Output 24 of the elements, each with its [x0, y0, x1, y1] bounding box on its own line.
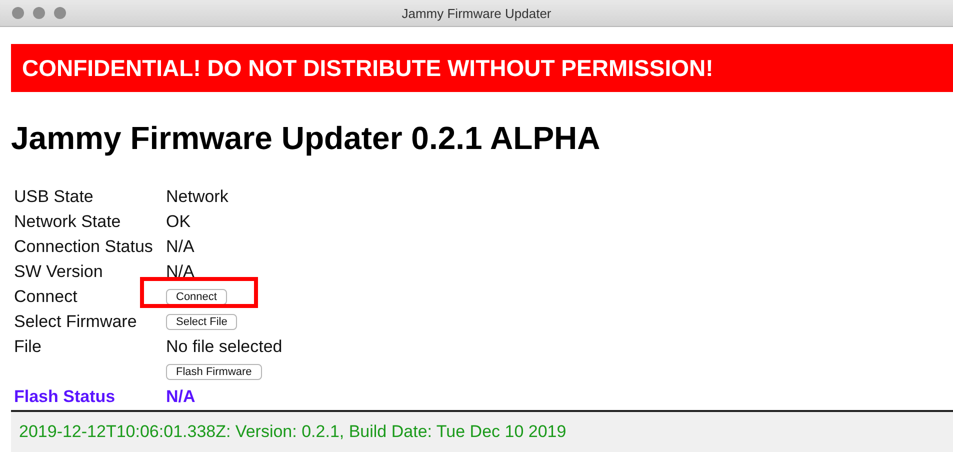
field-label: Connect	[14, 286, 78, 306]
warning-banner: CONFIDENTIAL! DO NOT DISTRIBUTE WITHOUT PERMISSION!	[11, 44, 953, 92]
field-label: USB State	[14, 186, 94, 206]
close-icon[interactable]	[12, 7, 24, 19]
field-label: Connection Status	[14, 236, 154, 256]
minimize-icon[interactable]	[33, 7, 45, 19]
window-title: Jammy Firmware Updater	[402, 6, 552, 20]
action-button[interactable]: Select File	[166, 314, 238, 330]
page-heading: Jammy Firmware Updater 0.2.1 ALPHA	[11, 119, 602, 158]
field-value: N/A	[166, 386, 196, 406]
field-label: Network State	[14, 212, 122, 232]
field-value: N/A	[166, 262, 194, 282]
field-label: Select Firmware	[14, 312, 138, 332]
field-value: No file selected	[166, 336, 282, 356]
field-label: File	[14, 336, 42, 356]
action-button[interactable]: Flash Firmware	[166, 364, 262, 380]
status-text: 2019-12-12T10:06:01.338Z: Version: 0.2.1, Build Date: Tue Dec 10 2019	[19, 422, 566, 442]
field-value: OK	[166, 212, 191, 232]
field-label: SW Version	[14, 262, 104, 282]
field-value: N/A	[166, 236, 194, 256]
field-value: Network	[166, 186, 228, 206]
zoom-icon[interactable]	[54, 7, 66, 19]
field-label: Flash Status	[14, 386, 116, 406]
action-button[interactable]: Connect	[166, 288, 227, 304]
